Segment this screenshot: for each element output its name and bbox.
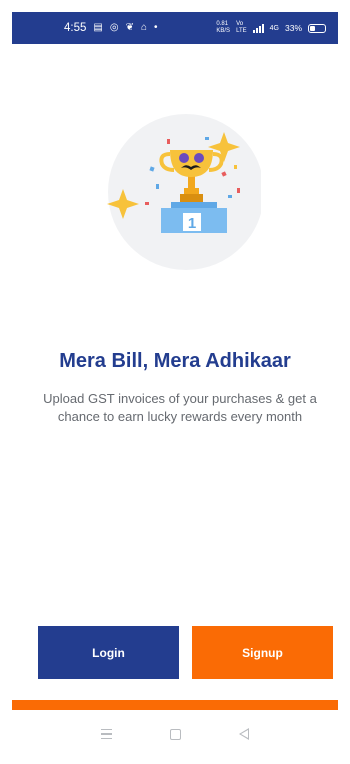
podium-number: 1	[188, 215, 196, 232]
signal-icon	[252, 23, 264, 33]
net-speed-value: 0.81	[216, 21, 229, 27]
volte-bottom: LTE	[236, 28, 247, 34]
home-button-icon[interactable]	[170, 728, 181, 740]
network-type: 4G	[269, 24, 279, 32]
back-icon[interactable]	[239, 728, 249, 740]
status-left: 4:55 ▤ ◎ ❦ ⌂ •	[64, 22, 158, 34]
status-bar: 4:55 ▤ ◎ ❦ ⌂ • 0.81 KB/S Vo LTE 4G 33%	[12, 12, 338, 44]
trophy-illustration: 1	[107, 114, 261, 270]
snapchat-icon: ❦	[125, 22, 134, 33]
signup-button[interactable]: Signup	[192, 626, 333, 679]
page-title: Mera Bill, Mera Adhikaar	[59, 350, 291, 372]
home-icon: ⌂	[140, 22, 148, 33]
status-time: 4:55	[64, 22, 87, 34]
status-right: 0.81 KB/S Vo LTE 4G 33%	[216, 21, 326, 35]
notification-icon: ▤	[93, 22, 103, 33]
bottom-accent-bar	[12, 700, 338, 710]
volte-indicator: Vo LTE	[236, 21, 247, 35]
page-subtitle: Upload GST invoices of your purchases & …	[43, 391, 317, 424]
whatsapp-icon: ◎	[109, 22, 119, 33]
battery-icon	[308, 23, 326, 33]
net-speed: 0.81 KB/S	[216, 21, 230, 35]
recent-apps-icon[interactable]	[101, 729, 112, 739]
battery-text: 33%	[284, 23, 302, 33]
system-nav-bar	[12, 714, 338, 754]
net-speed-unit: KB/S	[216, 28, 231, 34]
login-button[interactable]: Login	[38, 626, 179, 679]
glasses-icon	[179, 153, 189, 163]
dot-icon: •	[154, 22, 158, 33]
volte-top: Vo	[236, 21, 244, 27]
